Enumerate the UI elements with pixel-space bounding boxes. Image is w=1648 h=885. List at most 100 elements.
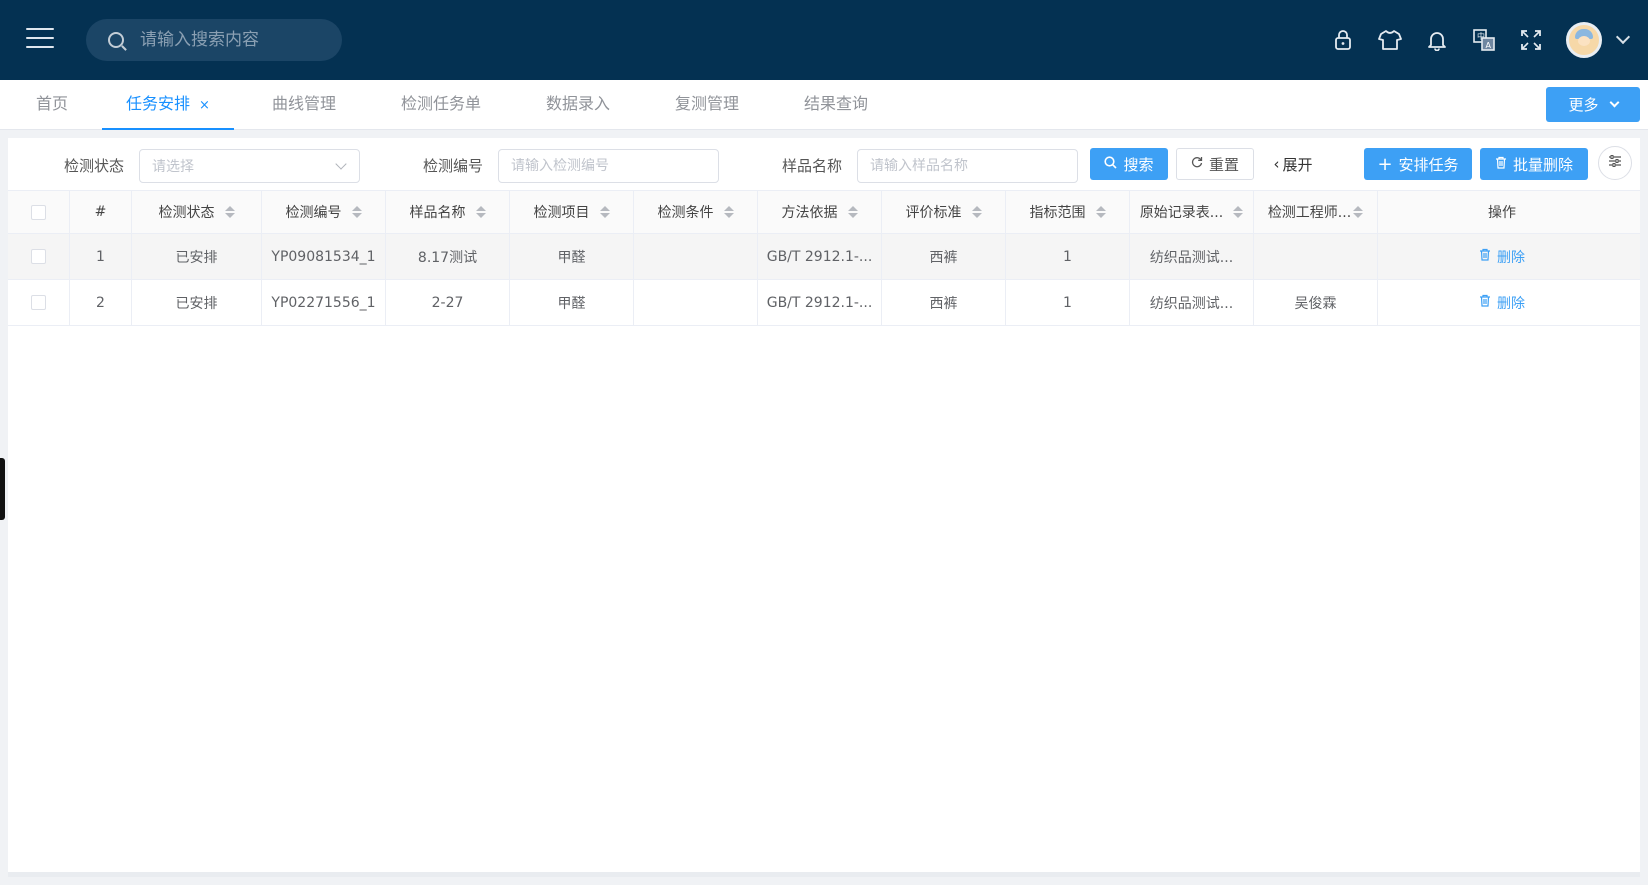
column-header-label: 评价标准 xyxy=(905,205,962,221)
row-checkbox[interactable] xyxy=(31,295,46,310)
cell-action: 删除 xyxy=(1378,280,1626,325)
tab-data-entry[interactable]: 数据录入 xyxy=(546,80,610,130)
column-header-label: 检测编号 xyxy=(285,205,342,221)
translate-icon[interactable]: 中A xyxy=(1472,28,1496,52)
code-input[interactable] xyxy=(511,158,691,174)
table-row[interactable]: 2 已安排 YP02271556_1 2-27 甲醛 GB/T 2912.1-.… xyxy=(8,280,1640,326)
column-header-status[interactable]: 检测状态 xyxy=(132,191,262,233)
header-actions: 中A xyxy=(1331,0,1648,80)
column-header-label: 检测条件 xyxy=(657,205,714,221)
hamburger-menu-icon[interactable] xyxy=(26,28,54,50)
cell-condition xyxy=(634,280,758,325)
plus-icon: + xyxy=(1377,153,1393,175)
sort-icon[interactable] xyxy=(1233,206,1244,218)
column-header-label: 方法依据 xyxy=(781,205,838,221)
cell-index: 2 xyxy=(70,280,132,325)
cell-range: 1 xyxy=(1006,234,1130,279)
sample-filter-label: 样品名称 xyxy=(782,157,843,175)
sort-icon[interactable] xyxy=(723,206,734,218)
tab-task-arrange[interactable]: 任务安排 × xyxy=(102,80,234,130)
cell-sample: 8.17测试 xyxy=(386,234,510,279)
tab-home[interactable]: 首页 xyxy=(36,80,68,130)
row-select-cell xyxy=(8,280,70,325)
close-icon[interactable]: × xyxy=(199,98,210,113)
column-header-record[interactable]: 原始记录表... xyxy=(1130,191,1254,233)
code-field[interactable] xyxy=(498,149,719,183)
user-avatar[interactable] xyxy=(1566,22,1602,58)
more-tabs-button[interactable]: 更多 xyxy=(1546,87,1640,122)
global-search-input[interactable] xyxy=(140,30,330,50)
lock-icon[interactable] xyxy=(1331,28,1355,52)
column-header-index: # xyxy=(70,191,132,233)
tab-test-task-sheet[interactable]: 检测任务单 xyxy=(401,80,481,130)
column-header-range[interactable]: 指标范围 xyxy=(1006,191,1130,233)
cell-item: 甲醛 xyxy=(510,234,634,279)
filter-bar: 检测状态 请选择 检测编号 样品名称 搜索 重置 ‹展开 + 安排任务 xyxy=(8,138,1640,190)
select-all-checkbox[interactable] xyxy=(31,204,46,220)
chevron-down-icon[interactable] xyxy=(1615,29,1631,45)
sort-icon[interactable] xyxy=(475,206,486,218)
reset-button[interactable]: 重置 xyxy=(1176,148,1254,180)
tab-result-query[interactable]: 结果查询 xyxy=(804,80,868,130)
chevron-down-icon xyxy=(1609,97,1619,108)
column-header-label: 样品名称 xyxy=(409,205,466,221)
sort-icon[interactable] xyxy=(1353,206,1364,218)
fullscreen-icon[interactable] xyxy=(1519,28,1543,52)
sort-icon[interactable] xyxy=(1095,206,1106,218)
sort-icon[interactable] xyxy=(224,206,235,218)
sample-field[interactable] xyxy=(857,149,1078,183)
chevron-down-icon xyxy=(335,158,347,170)
column-header-label: 检测工程师... xyxy=(1267,205,1352,221)
horizontal-scrollbar[interactable] xyxy=(8,872,1640,877)
tab-retest-manage[interactable]: 复测管理 xyxy=(675,80,739,130)
batch-delete-label: 批量删除 xyxy=(1512,155,1573,174)
settings-sliders-icon xyxy=(1608,155,1622,171)
delete-row-button[interactable]: 删除 xyxy=(1479,293,1525,313)
column-header-standard[interactable]: 评价标准 xyxy=(882,191,1006,233)
column-header-engineer[interactable]: 检测工程师... xyxy=(1254,191,1378,233)
sample-input[interactable] xyxy=(870,158,1050,174)
column-header-method[interactable]: 方法依据 xyxy=(758,191,882,233)
batch-delete-button[interactable]: 批量删除 xyxy=(1480,148,1588,180)
column-settings-button[interactable] xyxy=(1598,146,1632,180)
row-checkbox[interactable] xyxy=(31,249,46,264)
more-label: 更多 xyxy=(1568,96,1599,114)
cell-item: 甲醛 xyxy=(510,280,634,325)
column-header-item[interactable]: 检测项目 xyxy=(510,191,634,233)
column-header-label: 原始记录表... xyxy=(1139,205,1224,221)
cell-code: YP02271556_1 xyxy=(262,280,386,325)
cell-standard: 西裤 xyxy=(882,280,1006,325)
global-search[interactable] xyxy=(86,19,342,61)
cell-engineer: 吴俊霖 xyxy=(1254,280,1378,325)
column-header-sample[interactable]: 样品名称 xyxy=(386,191,510,233)
shirt-icon[interactable] xyxy=(1378,28,1402,52)
delete-row-button[interactable]: 删除 xyxy=(1479,247,1525,267)
column-header-action: 操作 xyxy=(1488,205,1516,221)
trash-icon xyxy=(1479,294,1491,311)
sort-icon[interactable] xyxy=(847,206,858,218)
cell-record: 纺织品测试... xyxy=(1130,280,1254,325)
arrange-task-label: 安排任务 xyxy=(1398,155,1459,174)
expand-button-label: 展开 xyxy=(1282,155,1313,174)
bell-icon[interactable] xyxy=(1425,28,1449,52)
arrange-task-button[interactable]: + 安排任务 xyxy=(1364,148,1472,180)
cell-standard: 西裤 xyxy=(882,234,1006,279)
search-button[interactable]: 搜索 xyxy=(1090,148,1168,180)
cell-condition xyxy=(634,234,758,279)
tab-curve-manage[interactable]: 曲线管理 xyxy=(272,80,336,130)
search-icon xyxy=(108,32,124,48)
cell-sample: 2-27 xyxy=(386,280,510,325)
expand-button[interactable]: ‹ 展开 xyxy=(1268,148,1318,180)
status-filter-label: 检测状态 xyxy=(64,157,125,175)
column-header-condition[interactable]: 检测条件 xyxy=(634,191,758,233)
table-row[interactable]: 1 已安排 YP09081534_1 8.17测试 甲醛 GB/T 2912.1… xyxy=(8,234,1640,280)
cell-record: 纺织品测试... xyxy=(1130,234,1254,279)
side-drawer-handle[interactable] xyxy=(0,458,5,520)
column-header-code[interactable]: 检测编号 xyxy=(262,191,386,233)
sort-icon[interactable] xyxy=(599,206,610,218)
sort-icon[interactable] xyxy=(351,206,362,218)
status-select[interactable]: 请选择 xyxy=(139,149,360,183)
delete-label: 删除 xyxy=(1497,295,1525,312)
sort-icon[interactable] xyxy=(971,206,982,218)
delete-label: 删除 xyxy=(1497,249,1525,266)
